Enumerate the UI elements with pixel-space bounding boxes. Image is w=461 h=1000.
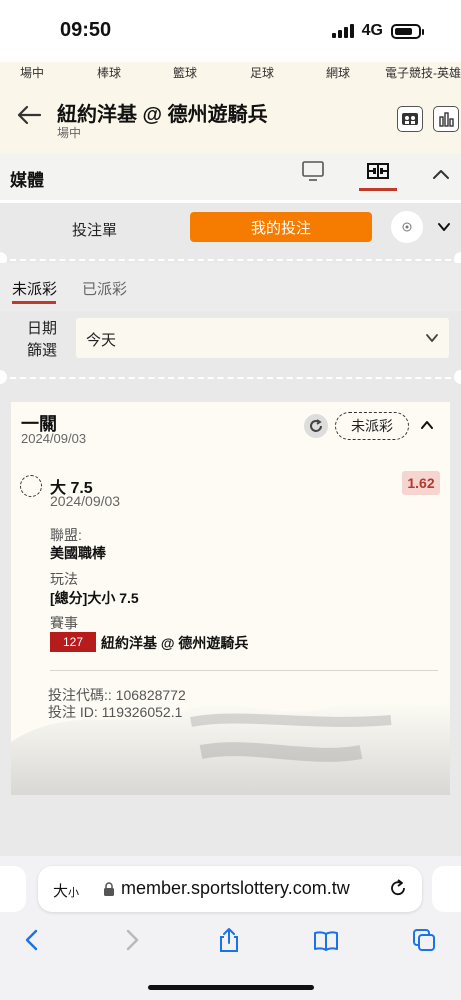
- tab-unsettled-underline: [12, 301, 56, 304]
- match-title: 紐約洋基 @ 德州遊騎兵: [57, 104, 268, 126]
- tab-unsettled[interactable]: 未派彩: [12, 278, 57, 299]
- refresh-icon: [310, 419, 322, 432]
- media-tab-underline: [359, 188, 397, 191]
- sport-tabs: 場中 棒球 籃球 足球 網球 電子競技-英雄: [0, 62, 461, 84]
- event-name: 紐約洋基 @ 德州遊騎兵: [101, 635, 249, 651]
- dashed-divider: [10, 377, 451, 379]
- select-chevron-down-icon: [426, 334, 438, 342]
- date-filter-label-line1: 日期: [26, 320, 57, 337]
- sport-tab-tennis[interactable]: 網球: [326, 64, 350, 81]
- chevron-down-icon[interactable]: [437, 222, 451, 232]
- media-bar: [0, 154, 461, 200]
- refresh-button[interactable]: [304, 414, 328, 438]
- settle-tabs: [0, 263, 461, 311]
- league-label: 聯盟:: [50, 527, 82, 543]
- market-value: [總分]大小 7.5: [50, 590, 139, 606]
- selection-date: 2024/09/03: [50, 493, 121, 509]
- gear-icon: [402, 222, 412, 232]
- event-label: 賽事: [50, 615, 78, 631]
- lock-icon: [104, 882, 114, 896]
- event-id-badge: 127: [50, 632, 96, 652]
- status-time: 09:50: [60, 19, 112, 41]
- url-text[interactable]: member.sportslottery.com.tw: [121, 878, 350, 899]
- panel-footer: [0, 795, 461, 863]
- settings-button[interactable]: [391, 211, 423, 243]
- league-value: 美國職棒: [50, 545, 106, 561]
- status-indicators: 4G: [331, 22, 424, 40]
- home-indicator: [148, 985, 314, 990]
- selection-status-icon: [20, 475, 42, 497]
- back-arrow-icon[interactable]: [16, 104, 42, 126]
- market-label: 玩法: [50, 571, 78, 587]
- tab-settled[interactable]: 已派彩: [82, 278, 127, 299]
- video-monitor-icon[interactable]: [301, 160, 325, 182]
- bet-date: 2024/09/03: [21, 431, 87, 446]
- collapse-chevron-up-icon[interactable]: [432, 168, 450, 180]
- reload-icon[interactable]: [388, 878, 408, 898]
- bookmarks-icon[interactable]: [313, 927, 339, 953]
- previous-tab-preview[interactable]: [0, 866, 26, 912]
- card-collapse-chevron-icon[interactable]: [421, 420, 433, 429]
- scoreboard-icon[interactable]: [366, 160, 390, 182]
- tab-bet-slip[interactable]: 投注單: [72, 219, 117, 240]
- date-filter-select[interactable]: [76, 318, 449, 358]
- forward-nav-icon[interactable]: [118, 927, 144, 953]
- share-icon[interactable]: [216, 927, 242, 953]
- media-label: 媒體: [10, 171, 44, 190]
- tab-my-bets[interactable]: 我的投注: [190, 212, 372, 242]
- stats-icon[interactable]: [433, 106, 459, 132]
- date-filter-label-line2: 篩選: [26, 342, 57, 359]
- network-type: 4G: [361, 22, 383, 39]
- text-size-button[interactable]: 大小: [53, 880, 79, 901]
- sport-tab-esports[interactable]: 電子競技-英雄: [385, 64, 461, 81]
- odds-value: 1.62: [402, 471, 440, 495]
- text-size-big: 大: [53, 883, 69, 900]
- back-nav-icon[interactable]: [20, 927, 46, 953]
- lineup-icon[interactable]: [397, 106, 423, 132]
- next-tab-preview[interactable]: [432, 866, 461, 912]
- dashed-divider: [10, 259, 451, 261]
- signal-icon: [331, 24, 354, 38]
- text-size-small: 小: [68, 887, 80, 899]
- sport-tab-football[interactable]: 足球: [250, 64, 274, 81]
- tabs-icon[interactable]: [411, 927, 437, 953]
- battery-icon: [391, 23, 424, 39]
- status-badge: 未派彩: [335, 412, 409, 440]
- sport-tab-basketball[interactable]: 籃球: [173, 64, 197, 81]
- bet-id: 投注 ID: 119326052.1: [48, 704, 183, 720]
- status-bar: 09:50 4G: [0, 0, 461, 62]
- date-filter-label: 日期 篩選: [22, 318, 62, 362]
- card-divider: [50, 670, 438, 671]
- sport-tab-baseball[interactable]: 棒球: [97, 64, 121, 81]
- ticket-notch: [454, 370, 461, 384]
- sport-tab-live[interactable]: 場中: [20, 64, 44, 81]
- match-subtitle: 場中: [57, 126, 82, 140]
- date-filter-value: 今天: [86, 332, 117, 349]
